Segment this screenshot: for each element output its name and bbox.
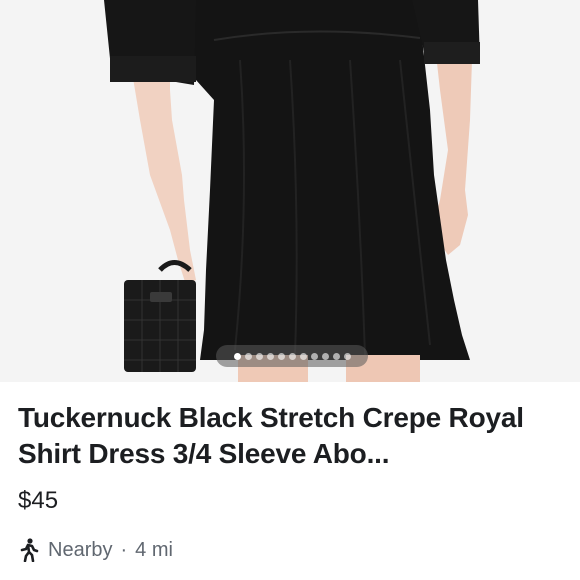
walking-person-icon bbox=[18, 538, 40, 563]
carousel-dot[interactable] bbox=[288, 352, 296, 360]
listing-photo[interactable] bbox=[0, 0, 580, 382]
location-separator: · bbox=[120, 538, 128, 561]
carousel-dot[interactable] bbox=[266, 352, 274, 360]
carousel-dot[interactable] bbox=[255, 352, 263, 360]
dress-photo-illustration bbox=[0, 0, 580, 382]
carousel-dot[interactable] bbox=[332, 352, 340, 360]
carousel-dot[interactable] bbox=[244, 352, 252, 360]
carousel-dot[interactable] bbox=[277, 352, 285, 360]
listing-price: $45 bbox=[18, 487, 59, 514]
carousel-dot[interactable] bbox=[299, 352, 307, 360]
carousel-dot[interactable] bbox=[233, 352, 241, 360]
location-distance: 4 mi bbox=[135, 538, 173, 561]
carousel-dot[interactable] bbox=[343, 352, 351, 360]
carousel-dot[interactable] bbox=[321, 352, 329, 360]
carousel-indicator[interactable] bbox=[216, 345, 368, 367]
carousel-dot[interactable] bbox=[310, 352, 318, 360]
listing-title[interactable]: Tuckernuck Black Stretch Crepe Royal Shi… bbox=[18, 400, 566, 472]
location-label: Nearby bbox=[48, 538, 113, 561]
listing-location: Nearby · 4 mi bbox=[18, 537, 173, 563]
